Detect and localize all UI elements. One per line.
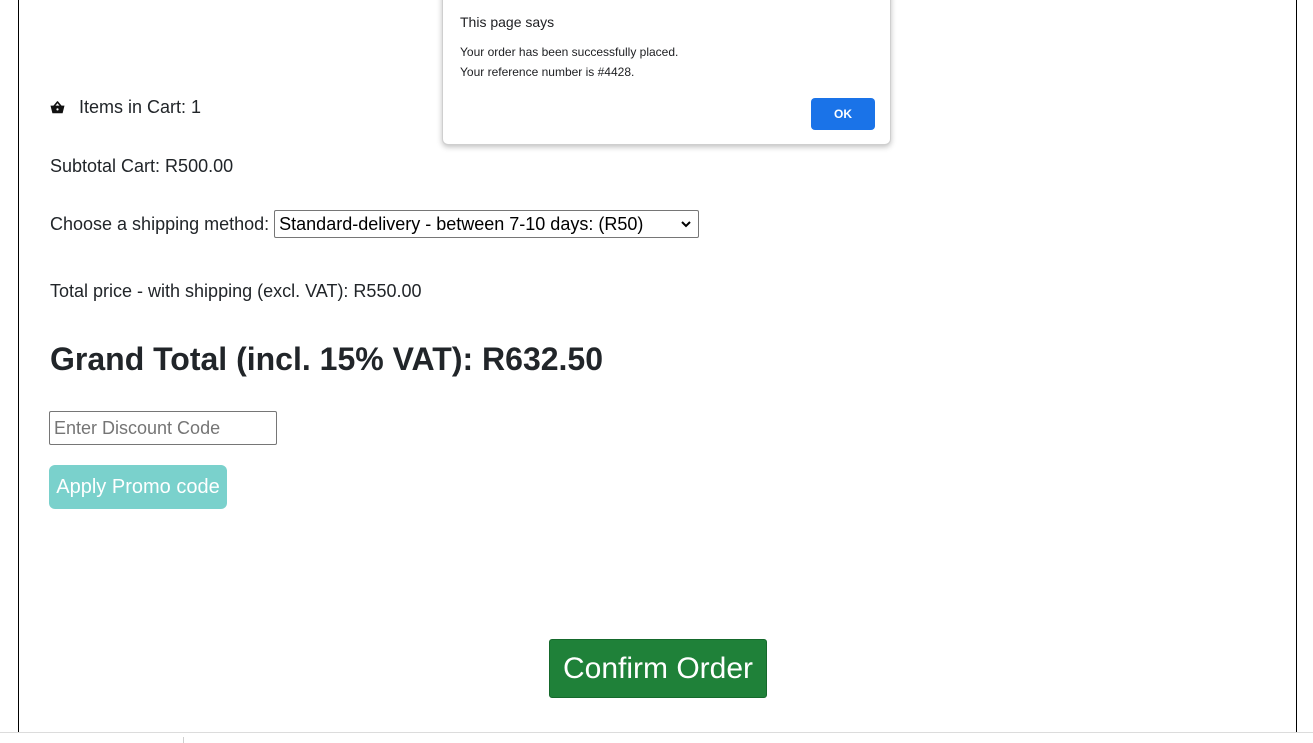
dialog-title: This page says bbox=[460, 14, 555, 30]
bottom-bar bbox=[0, 732, 1313, 743]
chevron-down-icon bbox=[681, 221, 691, 228]
basket-icon bbox=[50, 100, 65, 113]
items-in-cart-text: Items in Cart: 1 bbox=[79, 96, 202, 117]
grand-total-heading: Grand Total (incl. 15% VAT): R632.50 bbox=[50, 341, 604, 377]
shipping-method-label: Choose a shipping method: bbox=[50, 213, 270, 234]
alert-dialog: This page says Your order has been succe… bbox=[442, 0, 891, 145]
shipping-method-selected-value: Standard-delivery - between 7-10 days: (… bbox=[279, 213, 644, 234]
cart-items-line: Items in Cart: 1 bbox=[50, 95, 201, 119]
total-excl-vat-text: Total price - with shipping (excl. VAT):… bbox=[50, 281, 422, 301]
apply-promo-button[interactable]: Apply Promo code bbox=[49, 465, 227, 509]
confirm-order-button[interactable]: Confirm Order bbox=[549, 639, 767, 698]
discount-code-input[interactable] bbox=[49, 411, 277, 445]
dialog-ok-button[interactable]: OK bbox=[811, 98, 875, 130]
subtotal-text: Subtotal Cart: R500.00 bbox=[50, 156, 234, 176]
dialog-message-line-2: Your reference number is #4428. bbox=[460, 65, 635, 79]
bottom-bar-divider bbox=[183, 737, 184, 743]
dialog-message-line-1: Your order has been successfully placed. bbox=[460, 45, 679, 59]
shipping-method-row: Choose a shipping method: Standard-deliv… bbox=[50, 210, 700, 238]
shipping-method-select[interactable]: Standard-delivery - between 7-10 days: (… bbox=[274, 210, 700, 238]
